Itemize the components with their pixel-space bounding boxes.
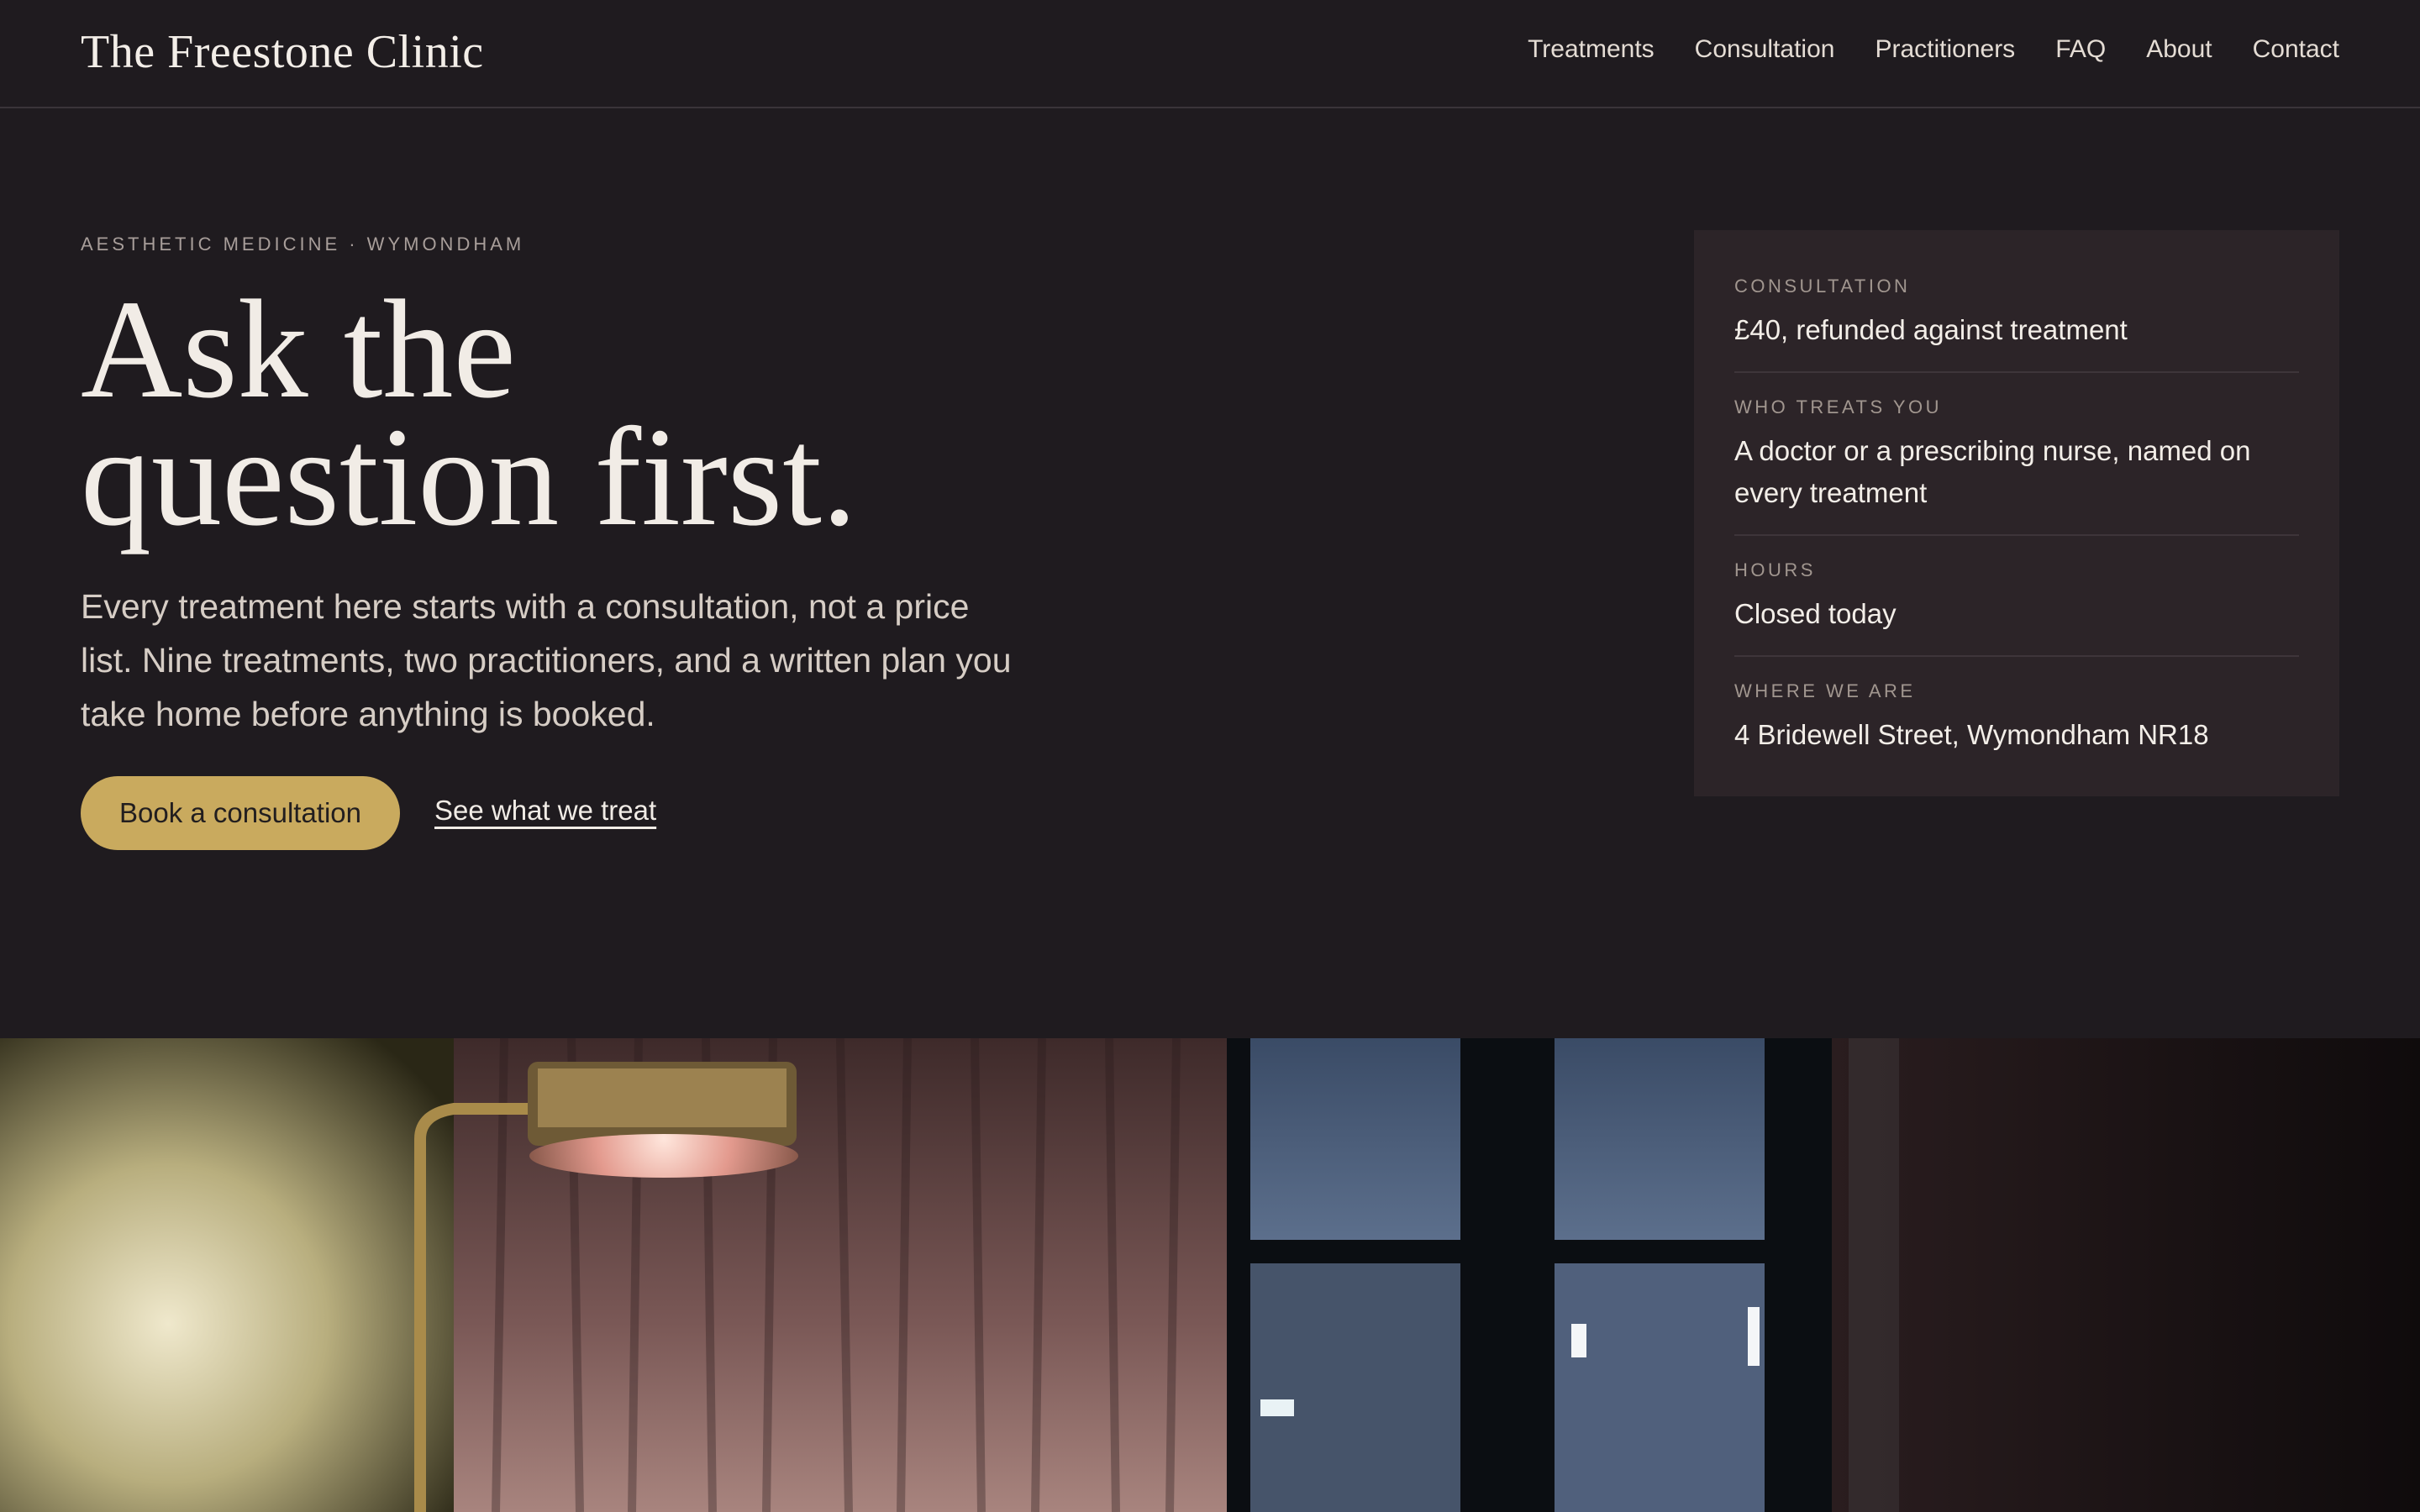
book-consultation-button[interactable]: Book a consultation [81, 776, 400, 850]
info-label: WHO TREATS YOU [1734, 396, 1943, 417]
hero-headline: Ask the question first. [81, 279, 1005, 548]
info-card: CONSULTATION £40, refunded against treat… [1694, 230, 2339, 796]
nav-item-treatments[interactable]: Treatments [1528, 35, 1655, 64]
nav-item-contact[interactable]: Contact [2253, 35, 2339, 64]
info-row-consultation: CONSULTATION £40, refunded against treat… [1734, 276, 2299, 373]
nav-item-practitioners[interactable]: Practitioners [1875, 35, 2015, 64]
brand-logo[interactable]: The Freestone Clinic [81, 25, 484, 79]
info-label: HOURS [1734, 559, 1816, 580]
main-nav: Treatments Consultation Practitioners FA… [1528, 35, 2339, 64]
site-header: The Freestone Clinic Treatments Consulta… [0, 0, 2420, 108]
info-label: CONSULTATION [1734, 276, 1911, 297]
hero-lede: Every treatment here starts with a consu… [81, 587, 1012, 733]
interior-photo-illustration [0, 1038, 2420, 1512]
info-value: A doctor or a prescribing nurse, named o… [1734, 435, 2251, 508]
info-row-hours: HOURS Closed today [1734, 559, 2299, 657]
hero-headline-line2: question first. [81, 399, 857, 555]
nav-item-faq[interactable]: FAQ [2055, 35, 2106, 64]
nav-item-about[interactable]: About [2146, 35, 2212, 64]
info-value: Closed today [1734, 598, 1897, 629]
info-value: 4 Bridewell Street, Wymondham NR18 [1734, 719, 2209, 750]
info-row-who-treats: WHO TREATS YOU A doctor or a prescribing… [1734, 396, 2299, 536]
interior-photo [0, 1038, 2420, 1512]
info-row-location: WHERE WE ARE 4 Bridewell Street, Wymondh… [1734, 680, 2299, 776]
see-treatments-link[interactable]: See what we treat [434, 795, 656, 827]
info-value: £40, refunded against treatment [1734, 314, 2128, 345]
info-label: WHERE WE ARE [1734, 680, 1916, 701]
nav-item-consultation[interactable]: Consultation [1695, 35, 1835, 64]
hero-eyebrow: AESTHETIC MEDICINE · WYMONDHAM [81, 234, 525, 255]
